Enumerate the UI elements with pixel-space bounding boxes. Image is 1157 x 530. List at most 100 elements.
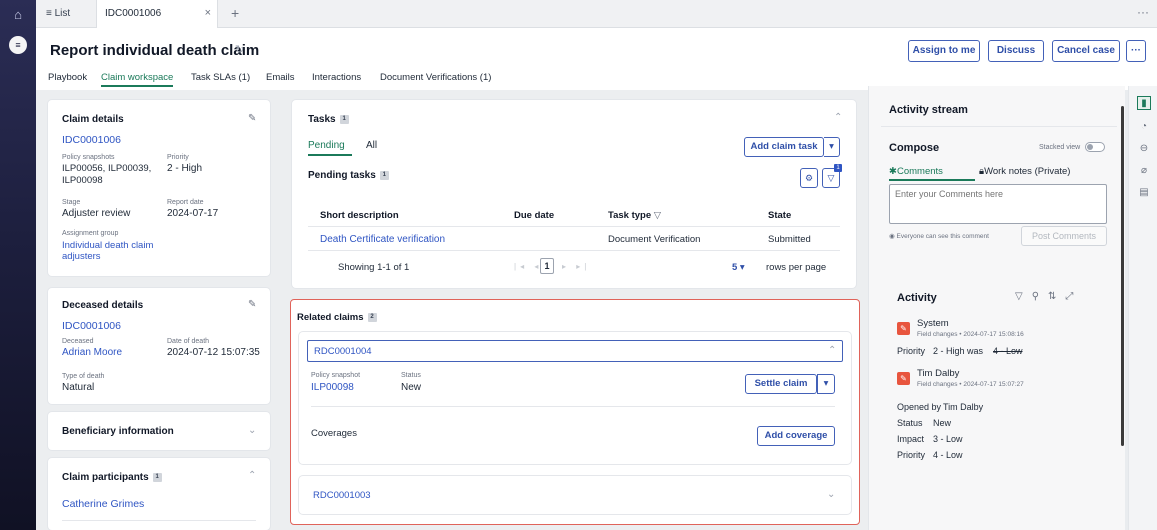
- chevron-down-icon[interactable]: ⌄: [827, 489, 835, 500]
- related-claim-link[interactable]: RDC0001004: [314, 346, 372, 357]
- tab-comments[interactable]: ✱Comments: [889, 166, 943, 177]
- change-value: 4 - Low: [933, 450, 963, 460]
- column-header[interactable]: State: [768, 210, 791, 221]
- related-claim-item[interactable]: RDC0001003 ⌄: [299, 476, 851, 514]
- field-label: Priority: [167, 154, 189, 161]
- tab-interactions[interactable]: Interactions: [312, 72, 361, 83]
- header-more-button[interactable]: ···: [1126, 40, 1146, 62]
- tab-task-slas[interactable]: Task SLAs (1): [191, 72, 250, 83]
- chevron-up-icon[interactable]: ⌃: [248, 470, 256, 481]
- active-tab-underline: [889, 179, 975, 181]
- search-icon[interactable]: ⚲: [1032, 291, 1048, 302]
- settings-icon[interactable]: ⚙: [800, 168, 818, 188]
- column-header[interactable]: Due date: [514, 210, 554, 221]
- column-header[interactable]: Task type ▽: [608, 210, 661, 221]
- cancel-case-button[interactable]: Cancel case: [1052, 40, 1120, 62]
- tab-record[interactable]: IDC0001006 ×: [96, 0, 218, 28]
- deceased-number-link[interactable]: IDC0001006: [62, 320, 121, 332]
- document-icon[interactable]: ▤: [1137, 186, 1151, 200]
- edit-icon[interactable]: ✎: [248, 113, 256, 124]
- settle-claim-dropdown[interactable]: ▾: [817, 374, 835, 394]
- priority-value: 2 - High: [167, 163, 203, 174]
- field-label: Deceased: [62, 338, 94, 345]
- refresh-icon[interactable]: ↻: [235, 43, 244, 56]
- claim-number-link[interactable]: IDC0001006: [62, 134, 121, 146]
- add-claim-task-dropdown[interactable]: ▾: [824, 137, 840, 157]
- scrollbar[interactable]: [1121, 106, 1124, 446]
- related-claims-card: Related claims 2 RDC0001004 ⌃ Policy snap…: [290, 299, 860, 525]
- card-heading: Tasks 1: [308, 114, 349, 125]
- related-claim-header[interactable]: RDC0001004 ⌃: [307, 340, 843, 362]
- tab-work-notes[interactable]: 🔒︎Work notes (Private): [979, 166, 1070, 177]
- tab-pending[interactable]: Pending: [308, 140, 345, 151]
- policy-snapshot-link[interactable]: ILP00098: [311, 382, 354, 393]
- new-tab-icon[interactable]: +: [231, 5, 239, 21]
- panel-heading: Activity stream: [889, 104, 968, 116]
- right-icon-rail: ▮ ◔ ⊖ ⌀ ▤: [1128, 86, 1157, 530]
- related-claim-link[interactable]: RDC0001003: [313, 490, 371, 501]
- discuss-button[interactable]: Discuss: [988, 40, 1044, 62]
- record-header: Report individual death claim ↻ Assign t…: [36, 28, 1157, 90]
- rows-per-page-select[interactable]: 5 ▾: [732, 262, 745, 273]
- tab-claim-workspace[interactable]: Claim workspace: [101, 72, 174, 87]
- filter-icon[interactable]: ▽: [651, 210, 661, 221]
- comment-input[interactable]: [889, 184, 1107, 224]
- add-coverage-button[interactable]: Add coverage: [757, 426, 835, 446]
- tab-all[interactable]: All: [366, 140, 377, 151]
- beneficiary-card[interactable]: Beneficiary information ⌄: [48, 412, 270, 450]
- page-title: Report individual death claim: [50, 42, 260, 59]
- close-tab-icon[interactable]: ×: [205, 7, 211, 19]
- count-badge: 1: [339, 114, 349, 124]
- edit-icon[interactable]: ✎: [248, 299, 256, 310]
- comments-icon: ✱: [889, 166, 897, 177]
- column-header[interactable]: Short description: [320, 210, 399, 221]
- card-heading: Deceased details: [62, 300, 144, 311]
- home-icon[interactable]: ⌂: [9, 6, 27, 24]
- tab-document-verifications[interactable]: Document Verifications (1): [380, 72, 491, 83]
- card-heading-text: Tasks: [308, 114, 336, 125]
- more-icon[interactable]: ···: [1137, 5, 1149, 19]
- post-comments-button[interactable]: Post Comments: [1021, 226, 1107, 246]
- tab-playbook[interactable]: Playbook: [48, 72, 87, 83]
- pagination-next-icons[interactable]: ▸ ▸|: [562, 262, 590, 271]
- task-description-link[interactable]: Death Certificate verification: [320, 234, 445, 245]
- settle-claim-button[interactable]: Settle claim: [745, 374, 817, 394]
- chevron-up-icon[interactable]: ⌃: [828, 345, 836, 356]
- divider: [308, 226, 840, 227]
- assignment-group-link[interactable]: Individual death claim adjusters: [62, 240, 167, 262]
- count-badge: 1: [152, 472, 162, 482]
- active-tab-underline: [308, 154, 352, 156]
- pending-tasks-heading: Pending tasks 1: [308, 170, 389, 181]
- task-state: Submitted: [768, 234, 811, 245]
- participant-link[interactable]: Catherine Grimes: [62, 498, 144, 510]
- pagination-prev-icons[interactable]: |◂ ◂: [514, 262, 542, 271]
- list-tab[interactable]: ≡ List: [46, 8, 70, 19]
- assign-to-me-button[interactable]: Assign to me: [908, 40, 980, 62]
- stacked-view-toggle[interactable]: [1085, 142, 1105, 152]
- filter-icon[interactable]: ▽: [1015, 291, 1032, 302]
- field-label: Policy snapshot: [311, 372, 361, 379]
- chat-icon[interactable]: ◔: [1137, 120, 1151, 134]
- attachment-icon[interactable]: ⌀: [1137, 164, 1151, 178]
- activity-panel-icon[interactable]: ▮: [1137, 96, 1151, 110]
- field-label: Date of death: [167, 338, 210, 345]
- people-icon[interactable]: ⊖: [1137, 142, 1151, 156]
- pending-tasks-text: Pending tasks: [308, 170, 376, 181]
- field-label: Type of death: [62, 373, 105, 380]
- deceased-name-link[interactable]: Adrian Moore: [62, 347, 122, 358]
- stage-value: Adjuster review: [62, 208, 131, 219]
- change-field: Impact: [897, 434, 925, 444]
- activity-author: System: [917, 318, 949, 329]
- activity-meta: Field changes • 2024-07-17 15:08:16: [917, 331, 1024, 338]
- stacked-view-label: Stacked view: [1039, 144, 1081, 151]
- type-of-death-value: Natural: [62, 382, 95, 393]
- expand-icon[interactable]: ⤢: [1065, 291, 1082, 302]
- chevron-up-icon[interactable]: ⌃: [834, 112, 842, 123]
- menu-icon[interactable]: ≡: [9, 36, 27, 54]
- tab-emails[interactable]: Emails: [266, 72, 295, 83]
- related-claim-item: RDC0001004 ⌃ Policy snapshot ILP00098 St…: [299, 332, 851, 464]
- add-claim-task-button[interactable]: Add claim task: [744, 137, 824, 157]
- sort-icon[interactable]: ⇅: [1048, 291, 1065, 302]
- chevron-down-icon[interactable]: ⌄: [248, 425, 256, 436]
- page-number[interactable]: 1: [540, 258, 554, 274]
